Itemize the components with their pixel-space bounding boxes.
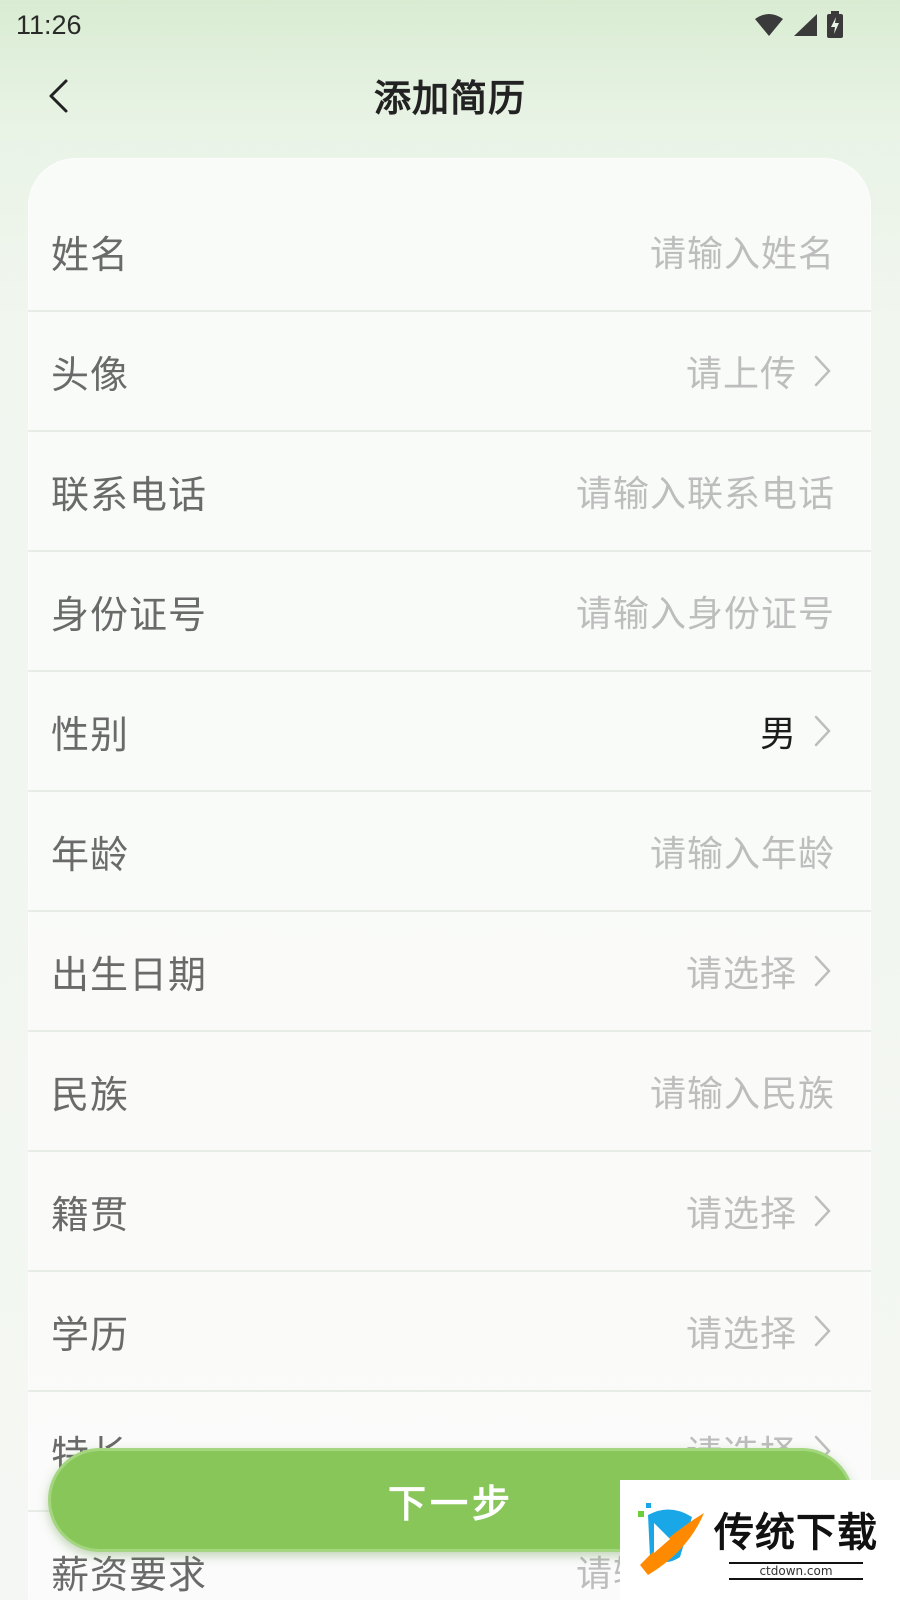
chevron-right-icon <box>809 1193 835 1229</box>
phone-input[interactable]: 请输入联系电话 <box>576 465 835 517</box>
status-bar: 11:26 <box>0 0 900 50</box>
row-right: 请选择 <box>686 1305 835 1357</box>
watermark-subtitle: ctdown.com <box>729 1562 863 1580</box>
id-number-input[interactable]: 请输入身份证号 <box>576 585 835 637</box>
chevron-right-icon <box>809 353 835 389</box>
form-row-avatar[interactable]: 头像 请上传 <box>28 312 871 432</box>
row-label: 籍贯 <box>51 1192 130 1237</box>
row-right: 请选择 <box>686 945 835 997</box>
row-right: 请选择 <box>686 1185 835 1237</box>
battery-charging-icon <box>827 11 843 38</box>
row-right: 请输入年龄 <box>650 825 835 877</box>
avatar-upload[interactable]: 请上传 <box>686 345 797 397</box>
age-input[interactable]: 请输入年龄 <box>650 825 835 877</box>
form-row-id-number[interactable]: 身份证号 请输入身份证号 <box>28 552 871 672</box>
name-input[interactable]: 请输入姓名 <box>650 225 835 277</box>
row-label: 出生日期 <box>51 952 208 997</box>
row-label: 民族 <box>51 1072 130 1117</box>
row-label: 头像 <box>51 352 130 397</box>
page-title: 添加简历 <box>374 77 526 120</box>
form-row-ethnicity[interactable]: 民族 请输入民族 <box>28 1032 871 1152</box>
form-row-gender[interactable]: 性别 男 <box>28 672 871 792</box>
watermark: 传统下载 ctdown.com <box>620 1480 900 1600</box>
ethnicity-input[interactable]: 请输入民族 <box>650 1065 835 1117</box>
ctdown-logo-icon <box>638 1503 704 1575</box>
status-time: 11:26 <box>16 9 82 40</box>
form-row-education[interactable]: 学历 请选择 <box>28 1272 871 1392</box>
row-label: 学历 <box>51 1312 130 1357</box>
form-row-name[interactable]: 姓名 请输入姓名 <box>28 192 871 312</box>
row-right: 请输入姓名 <box>650 225 835 277</box>
wifi-icon <box>755 14 783 36</box>
status-icons <box>754 11 844 39</box>
row-label: 身份证号 <box>51 592 208 637</box>
birth-date-select[interactable]: 请选择 <box>686 945 797 997</box>
row-label: 年龄 <box>51 832 130 877</box>
chevron-left-icon <box>49 79 68 113</box>
education-select[interactable]: 请选择 <box>686 1305 797 1357</box>
row-right: 男 <box>760 705 835 757</box>
next-step-label: 下一步 <box>387 1481 514 1526</box>
chevron-right-icon <box>809 953 835 989</box>
watermark-text: 传统下载 ctdown.com <box>714 1500 878 1580</box>
signal-icon <box>794 14 817 36</box>
watermark-title: 传统下载 <box>714 1510 878 1556</box>
row-right: 请上传 <box>686 345 835 397</box>
form-row-native-place[interactable]: 籍贯 请选择 <box>28 1152 871 1272</box>
native-place-select[interactable]: 请选择 <box>686 1185 797 1237</box>
row-right: 请输入身份证号 <box>576 585 835 637</box>
resume-form-card: 姓名 请输入姓名 头像 请上传 联系电话 请输入联系电话 身份证号 请输入身份证… <box>28 158 871 1600</box>
form-row-birth-date[interactable]: 出生日期 请选择 <box>28 912 871 1032</box>
form-row-age[interactable]: 年龄 请输入年龄 <box>28 792 871 912</box>
back-button[interactable] <box>38 68 78 124</box>
row-label: 性别 <box>51 712 130 757</box>
chevron-right-icon <box>809 1313 835 1349</box>
row-right: 请输入联系电话 <box>576 465 835 517</box>
gender-select[interactable]: 男 <box>760 705 797 757</box>
form-row-phone[interactable]: 联系电话 请输入联系电话 <box>28 432 871 552</box>
row-right: 请输入民族 <box>650 1065 835 1117</box>
row-label: 联系电话 <box>51 472 208 517</box>
nav-bar: 添加简历 <box>0 50 900 140</box>
chevron-right-icon <box>809 713 835 749</box>
row-label: 姓名 <box>51 232 130 277</box>
